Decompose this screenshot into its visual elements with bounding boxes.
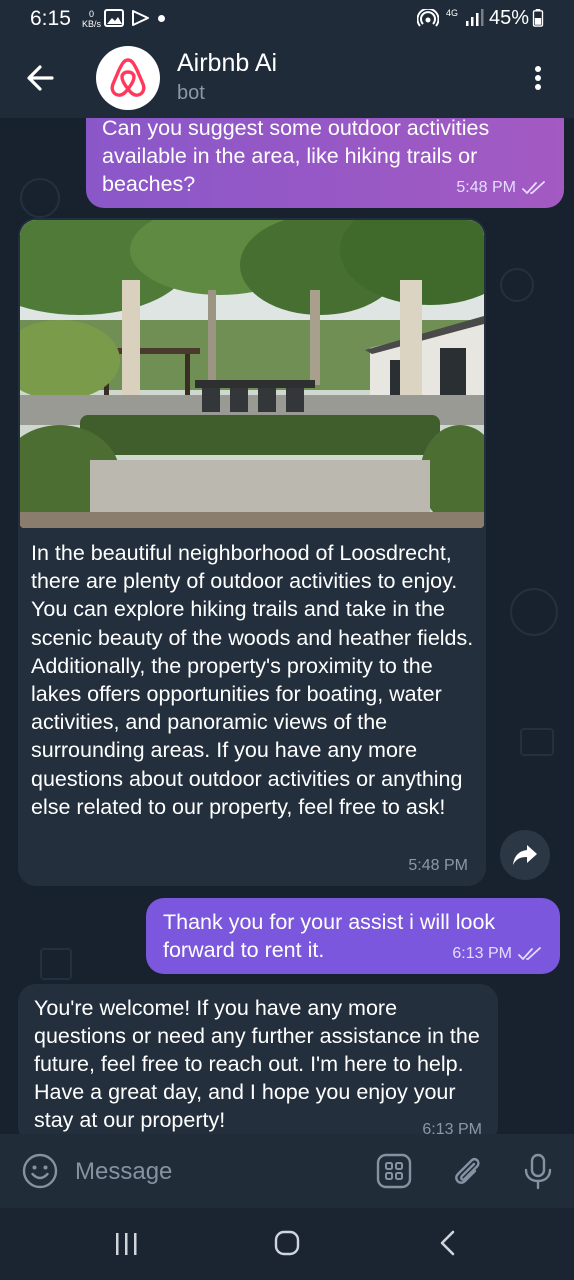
battery-percent: 45% xyxy=(489,7,530,29)
battery-icon xyxy=(532,9,544,27)
message-meta: 5:48 PM xyxy=(408,852,468,880)
chat-area[interactable]: Can you suggest some outdoor activities … xyxy=(0,118,574,1134)
avatar[interactable] xyxy=(96,46,160,110)
double-check-icon xyxy=(518,947,541,960)
message-text: You're welcome! If you have any more que… xyxy=(34,996,480,1132)
message-text: In the beautiful neighborhood of Loosdre… xyxy=(31,541,474,819)
back-nav-icon[interactable] xyxy=(438,1230,458,1256)
message-meta: 6:13 PM xyxy=(452,940,542,968)
wallpaper-doodle xyxy=(500,268,534,302)
play-notification-icon xyxy=(132,10,149,26)
message-photo[interactable] xyxy=(20,220,484,528)
share-arrow-icon xyxy=(513,845,537,865)
home-icon[interactable] xyxy=(274,1230,300,1256)
garden-photo-image xyxy=(20,220,484,528)
more-vertical-icon[interactable] xyxy=(526,62,550,94)
data-speed: 0 KB/s xyxy=(82,9,102,29)
system-nav-bar xyxy=(0,1208,574,1280)
chat-title[interactable]: Airbnb Ai xyxy=(177,49,277,78)
double-check-icon xyxy=(522,181,545,194)
hotspot-icon xyxy=(417,9,439,27)
paperclip-icon[interactable] xyxy=(448,1152,486,1190)
signal-icon xyxy=(466,9,484,26)
wallpaper-doodle xyxy=(510,588,558,636)
message-time: 5:48 PM xyxy=(408,857,468,874)
microphone-icon[interactable] xyxy=(519,1152,557,1190)
message-incoming[interactable]: In the beautiful neighborhood of Loosdre… xyxy=(18,218,486,886)
chat-subtitle: bot xyxy=(177,82,205,104)
message-time: 6:13 PM xyxy=(452,945,512,962)
message-incoming[interactable]: You're welcome! If you have any more que… xyxy=(18,984,498,1134)
wallpaper-doodle xyxy=(20,178,60,218)
emoji-icon[interactable] xyxy=(21,1152,59,1190)
message-outgoing[interactable]: Can you suggest some outdoor activities … xyxy=(86,118,564,208)
message-time: 5:48 PM xyxy=(456,179,516,196)
wallpaper-doodle xyxy=(40,948,72,980)
status-time: 6:15 xyxy=(30,7,71,30)
message-input-bar xyxy=(0,1134,574,1208)
gallery-notification-icon xyxy=(104,9,124,27)
arrow-left-icon[interactable] xyxy=(22,60,62,96)
message-outgoing[interactable]: Thank you for your assist i will look fo… xyxy=(146,898,560,974)
airbnb-logo-icon xyxy=(110,58,146,97)
message-meta: 6:13 PM xyxy=(422,1116,482,1134)
wallpaper-doodle xyxy=(520,728,554,756)
notification-dot xyxy=(158,15,165,22)
network-type: 4G xyxy=(446,8,459,18)
forward-button[interactable] xyxy=(500,830,550,880)
message-input[interactable] xyxy=(75,1154,365,1190)
recent-apps-icon[interactable] xyxy=(113,1232,139,1256)
status-bar: 6:15 0 KB/s 4G 45% xyxy=(0,0,574,40)
message-time: 6:13 PM xyxy=(422,1121,482,1134)
grid-icon[interactable] xyxy=(375,1152,413,1190)
chat-header: Airbnb Ai bot xyxy=(0,40,574,118)
message-meta: 5:48 PM xyxy=(456,174,546,202)
